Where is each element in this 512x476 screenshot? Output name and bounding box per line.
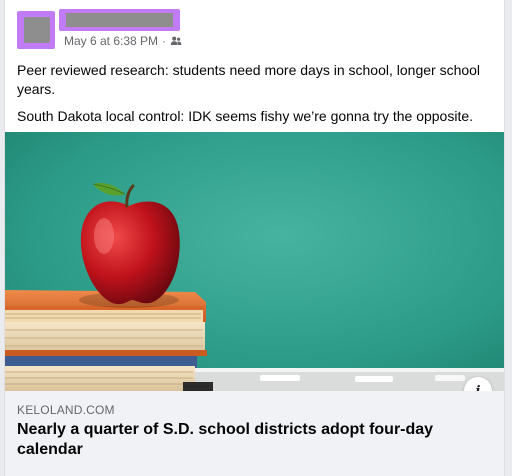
post-card: May 6 at 6:38 PM · Peer reviewed researc…	[4, 0, 505, 476]
post-timestamp[interactable]: May 6 at 6:38 PM	[64, 34, 158, 48]
post-meta: May 6 at 6:38 PM ·	[64, 33, 182, 49]
link-image[interactable]	[5, 132, 504, 391]
post-paragraph: South Dakota local control: IDK seems fi…	[17, 108, 474, 124]
link-headline[interactable]: Nearly a quarter of S.D. school district…	[17, 420, 487, 460]
avatar[interactable]	[17, 11, 55, 49]
link-preview[interactable]: KELOLAND.COM Nearly a quarter of S.D. sc…	[5, 391, 504, 476]
meta-separator: ·	[162, 34, 167, 48]
friends-icon[interactable]	[170, 35, 182, 47]
link-domain: KELOLAND.COM	[17, 403, 115, 417]
author-name-redacted[interactable]	[59, 9, 180, 31]
post-text: Peer reviewed research: students need mo…	[17, 61, 495, 134]
avatar-redacted	[24, 17, 50, 43]
post-paragraph: Peer reviewed research: students need mo…	[17, 62, 481, 97]
